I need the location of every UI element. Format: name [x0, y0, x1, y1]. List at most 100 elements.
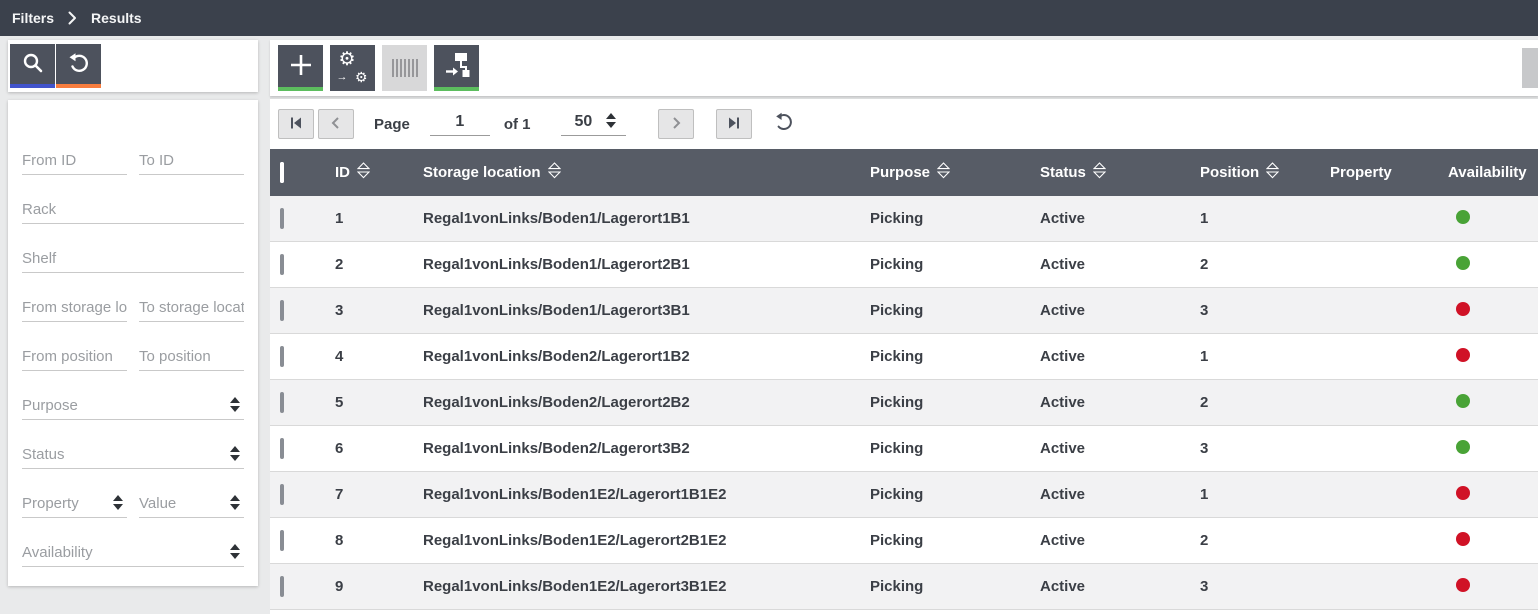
- from-id-input[interactable]: [22, 152, 127, 169]
- column-header-purpose[interactable]: Purpose: [870, 162, 1040, 183]
- last-page-button[interactable]: [716, 109, 752, 139]
- row-checkbox[interactable]: [280, 484, 284, 505]
- page-size-select[interactable]: 50: [561, 113, 627, 136]
- select-all-checkbox[interactable]: [280, 162, 284, 183]
- cell-status: Active: [1040, 440, 1200, 457]
- placeholder-label: Availability: [22, 544, 93, 561]
- row-checkbox[interactable]: [280, 346, 284, 367]
- barcode-button: [382, 45, 427, 91]
- table-row[interactable]: 5Regal1vonLinks/Boden2/Lagerort2B2Pickin…: [270, 380, 1538, 426]
- value-select[interactable]: Value: [139, 495, 244, 518]
- cell-purpose: Picking: [870, 210, 1040, 227]
- table-row[interactable]: 1Regal1vonLinks/Boden1/Lagerort1B1Pickin…: [270, 196, 1538, 242]
- to-position-input[interactable]: [139, 348, 244, 365]
- cell-purpose: Picking: [870, 302, 1040, 319]
- spinner-icon[interactable]: [226, 544, 244, 561]
- first-page-icon: [288, 115, 304, 134]
- table-row[interactable]: 7Regal1vonLinks/Boden1E2/Lagerort1B1E2Pi…: [270, 472, 1538, 518]
- undo-icon: [66, 50, 92, 79]
- placeholder-label: Value: [139, 495, 176, 512]
- row-checkbox[interactable]: [280, 576, 284, 597]
- from-position-input[interactable]: [22, 348, 127, 365]
- cell-id: 1: [335, 210, 423, 227]
- breadcrumb-item-filters[interactable]: Filters: [12, 10, 54, 26]
- table-row[interactable]: 8Regal1vonLinks/Boden1E2/Lagerort2B1E2Pi…: [270, 518, 1538, 564]
- column-header-availability: Availability: [1448, 164, 1538, 181]
- sort-icon[interactable]: [548, 162, 561, 183]
- row-checkbox[interactable]: [280, 300, 284, 321]
- shelf-field: [22, 250, 244, 273]
- sort-icon[interactable]: [937, 162, 950, 183]
- spinner-icon[interactable]: [602, 113, 620, 130]
- table-row[interactable]: 6Regal1vonLinks/Boden2/Lagerort3B2Pickin…: [270, 426, 1538, 472]
- column-header-id[interactable]: ID: [335, 162, 423, 183]
- property-select[interactable]: Property: [22, 495, 127, 518]
- row-checkbox[interactable]: [280, 438, 284, 459]
- search-button[interactable]: [10, 44, 55, 88]
- row-checkbox[interactable]: [280, 530, 284, 551]
- column-header-storage-location[interactable]: Storage location: [423, 162, 870, 183]
- cell-id: 5: [335, 394, 423, 411]
- reset-button[interactable]: [56, 44, 101, 88]
- batch-settings-button[interactable]: ⚙⚙→: [330, 45, 375, 91]
- breadcrumb-item-results[interactable]: Results: [91, 10, 142, 26]
- spinner-icon[interactable]: [226, 495, 244, 512]
- table-row[interactable]: 9Regal1vonLinks/Boden1E2/Lagerort3B1E2Pi…: [270, 564, 1538, 610]
- status-select[interactable]: Status: [22, 446, 244, 469]
- cell-storage-location: Regal1vonLinks/Boden1E2/Lagerort1B1E2: [423, 486, 870, 503]
- row-checkbox[interactable]: [280, 392, 284, 413]
- to-id-input[interactable]: [139, 152, 244, 169]
- placeholder-label: Status: [22, 446, 65, 463]
- cell-storage-location: Regal1vonLinks/Boden1E2/Lagerort3B1E2: [423, 578, 870, 595]
- spinner-icon[interactable]: [109, 495, 127, 512]
- cell-storage-location: Regal1vonLinks/Boden2/Lagerort1B2: [423, 348, 870, 365]
- vertical-scrollbar-thumb[interactable]: [1522, 48, 1538, 88]
- page-number-input[interactable]: [430, 113, 490, 136]
- availability-dot-red: [1456, 302, 1470, 316]
- row-checkbox[interactable]: [280, 254, 284, 275]
- from-storage-location-input[interactable]: [22, 299, 127, 316]
- table-header-row: IDStorage locationPurposeStatusPositionP…: [270, 149, 1538, 196]
- to-storage-location-input[interactable]: [139, 299, 244, 316]
- triangle-up-icon: [113, 495, 123, 501]
- content-area: PurposeStatusPropertyValueAvailability ⚙…: [0, 36, 1538, 614]
- purpose-select[interactable]: Purpose: [22, 397, 244, 420]
- add-button[interactable]: [278, 45, 323, 91]
- rack-input[interactable]: [22, 201, 244, 218]
- cell-purpose: Picking: [870, 348, 1040, 365]
- shelf-input[interactable]: [22, 250, 244, 267]
- cell-id: 9: [335, 578, 423, 595]
- spinner-icon[interactable]: [226, 397, 244, 414]
- sort-icon[interactable]: [357, 162, 370, 183]
- availability-dot-green: [1456, 440, 1470, 454]
- row-checkbox[interactable]: [280, 208, 284, 229]
- from-position-field: [22, 348, 127, 371]
- cell-status: Active: [1040, 348, 1200, 365]
- cell-availability: [1448, 578, 1538, 596]
- column-header-position[interactable]: Position: [1200, 162, 1330, 183]
- prev-page-button[interactable]: [318, 109, 354, 139]
- table-row[interactable]: 3Regal1vonLinks/Boden1/Lagerort3B1Pickin…: [270, 288, 1538, 334]
- first-page-button[interactable]: [278, 109, 314, 139]
- cell-availability: [1448, 210, 1538, 228]
- filter-panel: Purpose Status Property Value Availability: [8, 100, 258, 586]
- cell-availability: [1448, 486, 1538, 504]
- table-row[interactable]: 4Regal1vonLinks/Boden2/Lagerort1B2Pickin…: [270, 334, 1538, 380]
- refresh-button[interactable]: [774, 112, 794, 137]
- cell-purpose: Picking: [870, 394, 1040, 411]
- triangle-down-icon: [230, 406, 240, 412]
- table-row[interactable]: 2Regal1vonLinks/Boden1/Lagerort2B1Pickin…: [270, 242, 1538, 288]
- spinner-icon[interactable]: [226, 446, 244, 463]
- results-panel: ⚙⚙→: [270, 40, 1538, 614]
- triangle-up-icon: [230, 446, 240, 452]
- cell-availability: [1448, 302, 1538, 320]
- sort-icon[interactable]: [1093, 162, 1106, 183]
- hierarchy-button[interactable]: [434, 45, 479, 91]
- next-page-button[interactable]: [658, 109, 694, 139]
- column-header-status[interactable]: Status: [1040, 162, 1200, 183]
- gears-icon: ⚙⚙→: [337, 52, 369, 84]
- availability-select[interactable]: Availability: [22, 544, 244, 567]
- filter-row: Status: [22, 420, 244, 469]
- sort-icon[interactable]: [1266, 162, 1279, 183]
- cell-status: Active: [1040, 302, 1200, 319]
